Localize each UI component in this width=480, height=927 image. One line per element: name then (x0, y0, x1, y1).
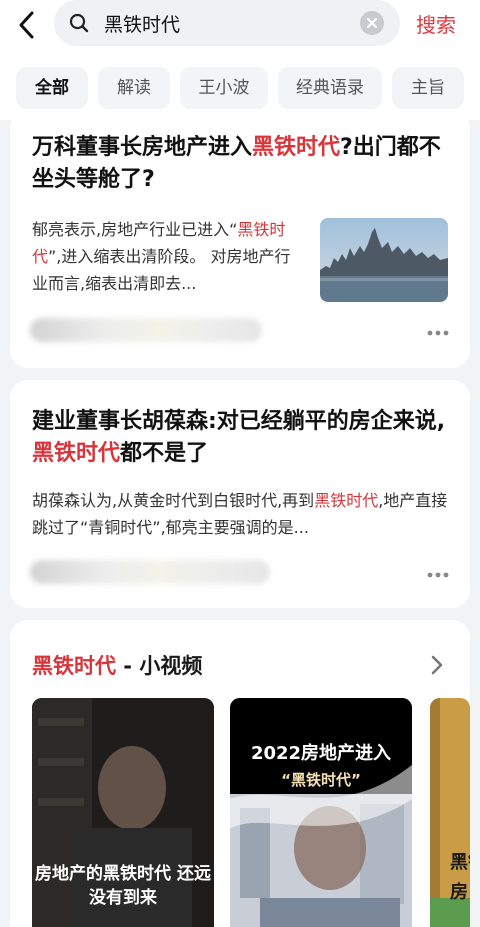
tab-interpretation[interactable]: 解读 (98, 67, 170, 109)
search-result-card[interactable]: 万科董事长房地产进入黑铁时代?出门都不坐头等舱了? 郁亮表示,房地产行业已进入“… (10, 110, 470, 368)
result-summary: 胡葆森认为,从黄金时代到白银时代,再到黑铁时代,地产直接跳过了“青铜时代”,郁亮… (32, 491, 448, 537)
tab-theme[interactable]: 主旨 (392, 67, 464, 109)
chevron-right-icon[interactable] (430, 654, 444, 676)
video-caption-sub: “黑铁时代” (281, 771, 361, 789)
video-caption: 2022房地产进入 (250, 743, 392, 764)
tab-classic-quotes[interactable]: 经典语录 (278, 67, 382, 109)
more-dots-icon[interactable] (426, 571, 450, 579)
video-thumbnail[interactable]: 房地产的黑铁时代 还远没有到来 (32, 698, 214, 927)
tab-all[interactable]: 全部 (16, 67, 88, 109)
video-thumbnail[interactable]: 黑铁 房 (430, 698, 470, 927)
search-icon (69, 13, 89, 33)
tab-wang-xiaobo[interactable]: 王小波 (180, 67, 268, 109)
short-video-section: 黑铁时代 - 小视频 房地产的黑铁时代 还远没有到来 2022房地产进入 “黑铁… (10, 620, 470, 927)
result-title[interactable]: 建业董事长胡葆森:对已经躺平的房企来说,黑铁时代都不是了 (32, 406, 448, 470)
result-summary: 郁亮表示,房地产行业已进入“黑铁时代”,进入缩表出清阶段。 对房地产行业而言,缩… (32, 220, 291, 293)
result-title[interactable]: 万科董事长房地产进入黑铁时代?出门都不坐头等舱了? (32, 132, 448, 196)
search-query-text: 黑铁时代 (104, 14, 181, 36)
more-dots-icon[interactable] (426, 329, 450, 337)
video-caption: 黑铁 房 (450, 852, 470, 903)
search-button[interactable]: 搜索 (416, 9, 456, 38)
close-circle-icon[interactable] (360, 11, 384, 35)
result-thumbnail[interactable] (320, 218, 448, 302)
header: 黑铁时代 搜索 (0, 0, 480, 56)
result-source-meta (30, 560, 270, 584)
chevron-left-icon[interactable] (12, 10, 42, 40)
search-input[interactable]: 黑铁时代 (54, 0, 400, 46)
search-result-card[interactable]: 建业董事长胡葆森:对已经躺平的房企来说,黑铁时代都不是了 胡葆森认为,从黄金时代… (10, 380, 470, 608)
section-title[interactable]: 黑铁时代 - 小视频 (32, 650, 202, 680)
video-caption: 房地产的黑铁时代 还远没有到来 (35, 864, 211, 908)
result-source-meta (30, 318, 262, 342)
video-thumbnail[interactable]: 2022房地产进入 “黑铁时代” (230, 698, 412, 927)
